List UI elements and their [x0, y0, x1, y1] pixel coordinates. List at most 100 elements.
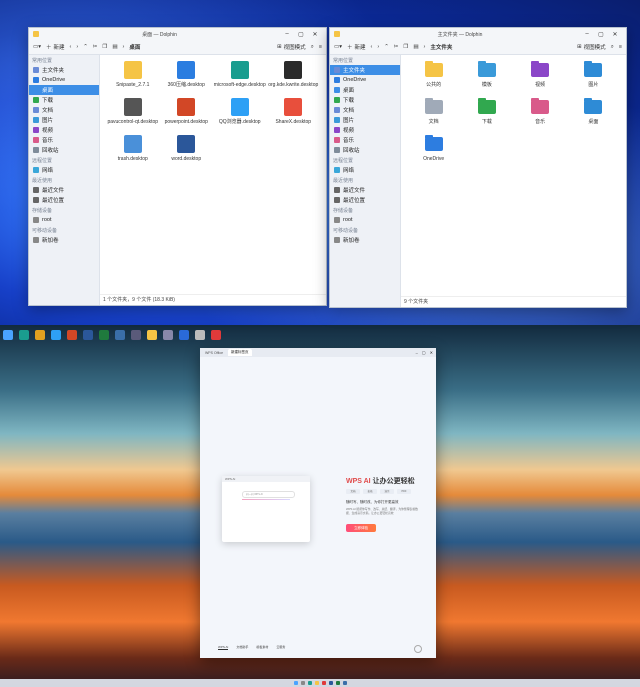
- file-item[interactable]: 360压缩.desktop: [160, 61, 214, 88]
- new-button[interactable]: ＋新建: [46, 43, 65, 51]
- sidebar-item[interactable]: 回收站: [330, 145, 400, 155]
- tab-new-tab[interactable]: 新建标签页: [228, 349, 252, 356]
- sidebar-item[interactable]: 网络: [330, 165, 400, 175]
- cut-button[interactable]: ✂: [394, 44, 399, 50]
- search-button[interactable]: ⌕: [311, 44, 314, 51]
- taskbar-item[interactable]: [131, 330, 141, 340]
- taskbar-item[interactable]: [51, 330, 61, 340]
- title-bar[interactable]: 主文件夹 — Dolphin ‒ ▢ ✕: [330, 28, 626, 40]
- file-item[interactable]: 文档: [407, 98, 460, 125]
- sidebar-item[interactable]: 主文件夹: [29, 65, 99, 75]
- breadcrumb[interactable]: 主文件夹: [430, 43, 452, 51]
- folder-icon[interactable]: [314, 681, 319, 685]
- taskbar-item[interactable]: [211, 330, 221, 340]
- sidebar-item[interactable]: 下载: [330, 95, 400, 105]
- menu-button[interactable]: ▭▾: [33, 44, 41, 50]
- taskbar-item[interactable]: [195, 330, 205, 340]
- file-item[interactable]: 桌面: [567, 98, 620, 125]
- file-item[interactable]: 公共的: [407, 61, 460, 88]
- taskbar-item[interactable]: [163, 330, 173, 340]
- sidebar-item[interactable]: 视频: [330, 125, 400, 135]
- up-button[interactable]: ⌃: [83, 44, 88, 50]
- sidebar-item[interactable]: 网络: [29, 165, 99, 175]
- back-button[interactable]: ‹: [70, 44, 72, 50]
- taskbar-item[interactable]: [99, 330, 109, 340]
- sidebar-item[interactable]: OneDrive: [29, 75, 99, 85]
- bottom-tab-doc-helper[interactable]: 文档助手: [236, 645, 248, 650]
- sidebar-item[interactable]: 最近位置: [330, 195, 400, 205]
- sidebar-item[interactable]: 新加卷: [29, 235, 99, 245]
- chip-doc[interactable]: 文档: [346, 489, 360, 494]
- breadcrumb-arrow[interactable]: ›: [424, 44, 426, 50]
- hamburger-button[interactable]: ≡: [619, 44, 622, 50]
- title-bar[interactable]: 桌面 — Dolphin ‒ ▢ ✕: [29, 28, 326, 40]
- help-icon[interactable]: [414, 645, 422, 653]
- sidebar-item[interactable]: 视频: [29, 125, 99, 135]
- paste-button[interactable]: ▤: [413, 44, 418, 50]
- sidebar-item[interactable]: 桌面: [29, 85, 99, 95]
- cut-button[interactable]: ✂: [93, 44, 98, 50]
- breadcrumb-arrow[interactable]: ›: [123, 44, 125, 50]
- minimize-button[interactable]: ‒: [416, 350, 418, 355]
- minimize-button[interactable]: ‒: [280, 31, 294, 37]
- search-button[interactable]: ⌕: [611, 44, 614, 51]
- view-mode-button[interactable]: ⊞ 视图模式: [277, 43, 306, 51]
- view-mode-button[interactable]: ⊞ 视图模式: [577, 43, 606, 51]
- file-item[interactable]: microsoft-edge.desktop: [213, 61, 267, 88]
- sidebar-item[interactable]: 最近文件: [330, 185, 400, 195]
- file-item[interactable]: QQ浏览器.desktop: [213, 98, 267, 125]
- file-item[interactable]: 下载: [460, 98, 513, 125]
- file-item[interactable]: word.desktop: [160, 135, 214, 162]
- taskbar-item[interactable]: [147, 330, 157, 340]
- file-item[interactable]: 模板: [460, 61, 513, 88]
- close-button[interactable]: ✕: [308, 31, 322, 38]
- taskbar-item[interactable]: [19, 330, 29, 340]
- maximize-button[interactable]: ▢: [422, 350, 426, 355]
- ai-search-input[interactable]: 问一问 WPS AI: [242, 491, 295, 498]
- edge-icon[interactable]: [307, 681, 312, 685]
- chip-slides[interactable]: 演示: [380, 489, 394, 494]
- sidebar-item[interactable]: 主文件夹: [330, 65, 400, 75]
- file-item[interactable]: OneDrive: [407, 135, 460, 162]
- taskbar-item[interactable]: [83, 330, 93, 340]
- file-item[interactable]: powerpoint.desktop: [160, 98, 214, 125]
- sidebar-item[interactable]: root: [29, 215, 99, 225]
- forward-button[interactable]: ›: [76, 44, 78, 50]
- search-icon[interactable]: [300, 681, 305, 685]
- back-button[interactable]: ‹: [371, 44, 373, 50]
- close-button[interactable]: ✕: [430, 350, 433, 355]
- chip-sheet[interactable]: 表格: [363, 489, 377, 494]
- minimize-button[interactable]: ‒: [580, 31, 594, 37]
- bottom-tab-wps-ai[interactable]: WPS AI: [218, 645, 229, 650]
- sidebar-item[interactable]: 桌面: [330, 85, 400, 95]
- close-button[interactable]: ✕: [608, 31, 622, 38]
- bottom-tab-cloud[interactable]: 云服务: [276, 645, 285, 650]
- start-icon[interactable]: [293, 681, 298, 685]
- excel-icon[interactable]: [335, 681, 340, 685]
- sidebar-item[interactable]: 回收站: [29, 145, 99, 155]
- taskbar-item[interactable]: [3, 330, 13, 340]
- up-button[interactable]: ⌃: [384, 44, 389, 50]
- sidebar-item[interactable]: 图片: [330, 115, 400, 125]
- file-item[interactable]: pavucontrol-qt.desktop: [106, 98, 160, 125]
- chip-pdf[interactable]: PDF: [397, 489, 411, 494]
- file-item[interactable]: 图片: [567, 61, 620, 88]
- file-item[interactable]: 视频: [514, 61, 567, 88]
- word-icon[interactable]: [328, 681, 333, 685]
- file-item[interactable]: trash.desktop: [106, 135, 160, 162]
- file-item[interactable]: org.kde.kwrite.desktop: [267, 61, 321, 88]
- taskbar-item[interactable]: [115, 330, 125, 340]
- tab-wps-office[interactable]: WPS Office: [202, 350, 226, 356]
- hamburger-button[interactable]: ≡: [319, 44, 322, 50]
- sidebar-item[interactable]: OneDrive: [330, 75, 400, 85]
- taskbar-item[interactable]: [35, 330, 45, 340]
- maximize-button[interactable]: ▢: [594, 31, 608, 38]
- sidebar-item[interactable]: 下载: [29, 95, 99, 105]
- try-now-button[interactable]: 立即体验: [346, 524, 376, 532]
- file-item[interactable]: Snipaste_2.7.1: [106, 61, 160, 88]
- wps-icon[interactable]: [321, 681, 326, 685]
- menu-button[interactable]: ▭▾: [334, 44, 342, 50]
- sidebar-item[interactable]: 文档: [330, 105, 400, 115]
- paste-button[interactable]: ▤: [112, 44, 117, 50]
- copy-button[interactable]: ❐: [403, 44, 408, 50]
